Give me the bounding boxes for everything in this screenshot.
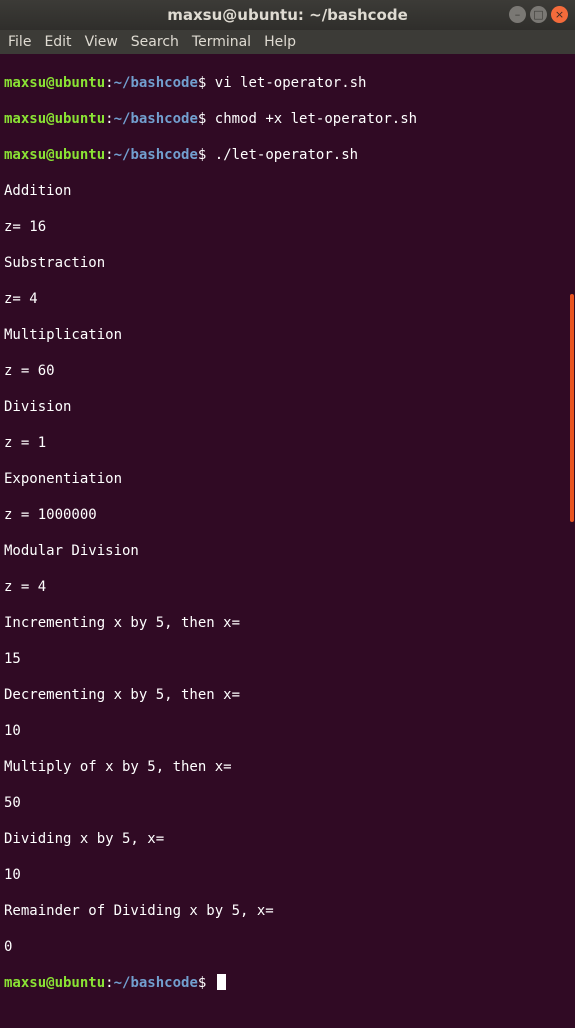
command-text: chmod +x let-operator.sh <box>214 111 418 127</box>
prompt-user: maxsu@ubuntu <box>4 111 106 127</box>
output-line: z = 60 <box>4 363 55 379</box>
menu-file[interactable]: File <box>8 34 31 50</box>
command-line: maxsu@ubuntu:~/bashcode$ ./let-operator.… <box>4 146 568 164</box>
menu-help[interactable]: Help <box>264 34 296 50</box>
output-line: Substraction <box>4 255 106 271</box>
prompt-user: maxsu@ubuntu <box>4 975 106 991</box>
command-text: vi let-operator.sh <box>214 75 367 91</box>
terminal-window: maxsu@ubuntu: ~/bashcode – □ × File Edit… <box>0 0 575 991</box>
prompt-path: ~/bashcode <box>113 75 198 91</box>
window-controls: – □ × <box>509 6 568 23</box>
prompt-separator: : <box>105 111 114 127</box>
maximize-icon[interactable]: □ <box>530 6 547 23</box>
output-line: 0 <box>4 939 13 955</box>
output-line: Addition <box>4 183 72 199</box>
output-line: z= 4 <box>4 291 38 307</box>
output-line: Dividing x by 5, x= <box>4 831 165 847</box>
menu-bar: File Edit View Search Terminal Help <box>0 30 575 54</box>
prompt-separator: : <box>105 75 114 91</box>
output-line: 15 <box>4 651 21 667</box>
current-prompt-line[interactable]: maxsu@ubuntu:~/bashcode$ <box>4 974 568 992</box>
prompt-path: ~/bashcode <box>113 975 198 991</box>
scrollbar-thumb[interactable] <box>570 294 574 522</box>
prompt-separator: : <box>105 975 114 991</box>
prompt-path: ~/bashcode <box>113 147 198 163</box>
output-line: z = 1000000 <box>4 507 97 523</box>
output-line: z = 1 <box>4 435 47 451</box>
close-icon[interactable]: × <box>551 6 568 23</box>
output-line: 50 <box>4 795 21 811</box>
output-line: Decrementing x by 5, then x= <box>4 687 241 703</box>
prompt-path: ~/bashcode <box>113 111 198 127</box>
output-line: Modular Division <box>4 543 139 559</box>
title-bar[interactable]: maxsu@ubuntu: ~/bashcode – □ × <box>0 0 575 30</box>
prompt-sign: $ <box>197 111 207 127</box>
command-line: maxsu@ubuntu:~/bashcode$ vi let-operator… <box>4 74 568 92</box>
menu-edit[interactable]: Edit <box>44 34 71 50</box>
output-line: 10 <box>4 723 21 739</box>
menu-search[interactable]: Search <box>131 34 179 50</box>
minimize-icon[interactable]: – <box>509 6 526 23</box>
output-line: Remainder of Dividing x by 5, x= <box>4 903 274 919</box>
text-cursor <box>216 974 226 990</box>
prompt-separator: : <box>105 147 114 163</box>
prompt-user: maxsu@ubuntu <box>4 147 106 163</box>
window-title: maxsu@ubuntu: ~/bashcode <box>167 6 408 24</box>
prompt-user: maxsu@ubuntu <box>4 75 106 91</box>
prompt-sign: $ <box>197 75 207 91</box>
output-line: Multiply of x by 5, then x= <box>4 759 232 775</box>
output-line: z = 4 <box>4 579 47 595</box>
command-line: maxsu@ubuntu:~/bashcode$ chmod +x let-op… <box>4 110 568 128</box>
output-line: 10 <box>4 867 21 883</box>
output-line: Exponentiation <box>4 471 123 487</box>
output-line: Multiplication <box>4 327 123 343</box>
output-line: z= 16 <box>4 219 47 235</box>
prompt-sign: $ <box>197 147 207 163</box>
output-line: Incrementing x by 5, then x= <box>4 615 241 631</box>
terminal-output[interactable]: maxsu@ubuntu:~/bashcode$ vi let-operator… <box>0 54 568 991</box>
scrollbar[interactable] <box>568 54 575 525</box>
command-text: ./let-operator.sh <box>214 147 359 163</box>
menu-terminal[interactable]: Terminal <box>192 34 251 50</box>
output-line: Division <box>4 399 72 415</box>
prompt-sign: $ <box>197 975 207 991</box>
menu-view[interactable]: View <box>85 34 118 50</box>
